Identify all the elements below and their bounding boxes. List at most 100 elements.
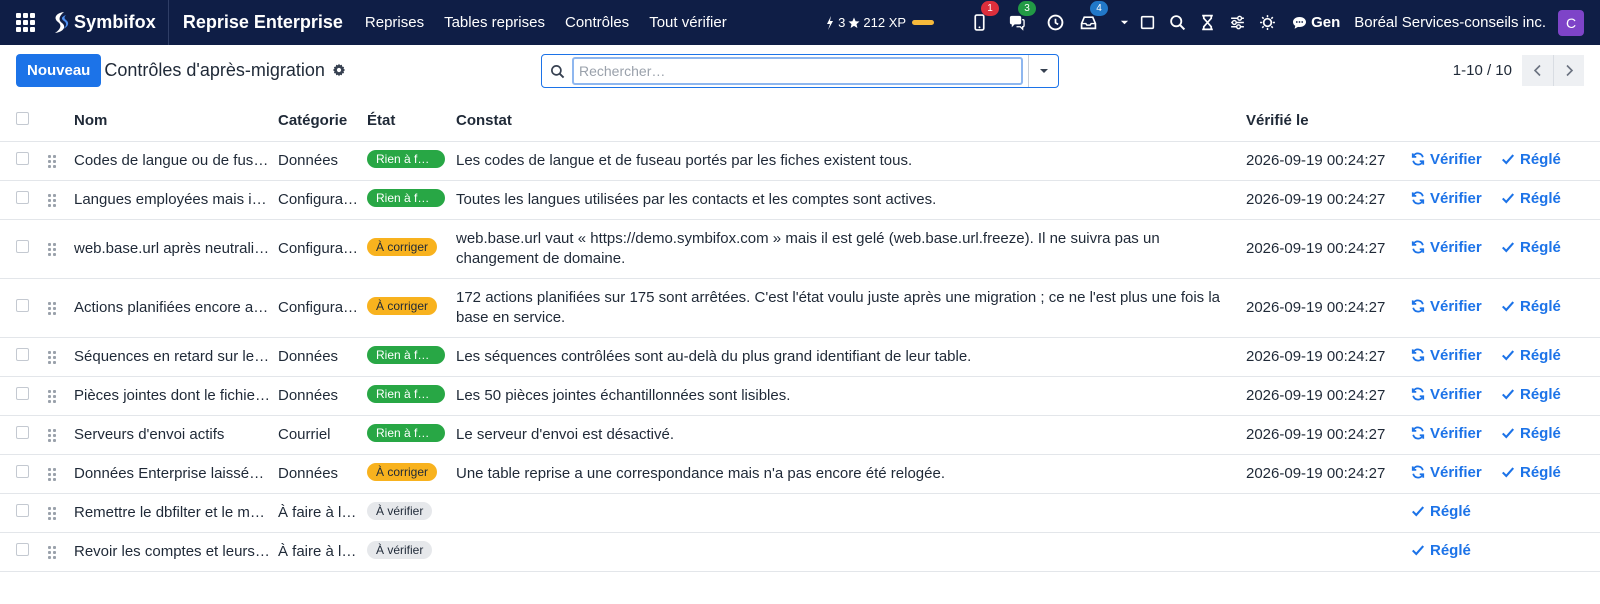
drag-handle-icon[interactable] (48, 154, 56, 168)
cell-category[interactable]: Configuration (278, 219, 367, 279)
pager-previous-button[interactable] (1522, 55, 1553, 86)
clock-icon[interactable] (1043, 11, 1067, 35)
status-badge[interactable]: Rien à faire (367, 384, 445, 403)
resolved-button[interactable]: Réglé (1501, 190, 1561, 207)
status-badge[interactable]: Rien à faire (367, 188, 445, 207)
cell-name[interactable]: Pièces jointes dont le fichier manque (74, 376, 278, 416)
drag-handle-icon[interactable] (48, 242, 56, 256)
row-checkbox[interactable] (16, 348, 29, 361)
drag-handle-icon[interactable] (48, 506, 56, 520)
table-row[interactable]: Langues employées mais inactivesConfigur… (0, 180, 1600, 220)
search-options-toggle[interactable] (1028, 55, 1058, 87)
header-finding[interactable]: Constat (456, 101, 1246, 142)
cell-checked-on[interactable]: 2026-09-19 00:24:27 (1246, 376, 1411, 416)
resolved-button[interactable]: Réglé (1501, 347, 1561, 364)
row-checkbox[interactable] (16, 387, 29, 400)
cell-category[interactable]: Données (278, 454, 367, 494)
status-badge[interactable]: Rien à faire (367, 345, 445, 364)
cell-checked-on[interactable]: 2026-09-19 00:24:27 (1246, 278, 1411, 338)
drag-handle-icon[interactable] (48, 193, 56, 207)
cell-category[interactable]: Données (278, 376, 367, 416)
cell-category[interactable]: À faire à la main (278, 532, 367, 572)
row-checkbox[interactable] (16, 191, 29, 204)
search-input[interactable] (572, 57, 1023, 85)
header-checked-on[interactable]: Vérifié le (1246, 101, 1411, 142)
cell-checked-on[interactable] (1246, 532, 1411, 572)
menu-item-tables-reprises[interactable]: Tables reprises (434, 14, 555, 31)
drag-handle-icon[interactable] (48, 350, 56, 364)
chat-gen-button[interactable]: Gen (1292, 14, 1340, 31)
gamification-status[interactable]: 3 212 XP (825, 15, 935, 30)
resolved-button[interactable]: Réglé (1501, 239, 1561, 256)
square-icon[interactable] (1135, 11, 1159, 35)
row-checkbox[interactable] (16, 426, 29, 439)
table-row[interactable]: Séquences en retard sur leur tableDonnée… (0, 337, 1600, 377)
menu-item-tout-verifier[interactable]: Tout vérifier (639, 14, 737, 31)
cell-name[interactable]: Revoir les comptes et leurs accès (74, 532, 278, 572)
cell-name[interactable]: Serveurs d'envoi actifs (74, 415, 278, 455)
theme-icon[interactable] (1255, 11, 1279, 35)
table-row[interactable]: Codes de langue ou de fuseau Données Rien … (0, 141, 1600, 181)
search-icon[interactable] (1165, 11, 1189, 35)
caret-down-icon[interactable] (1119, 11, 1129, 35)
cell-finding[interactable]: web.base.url vaut « https://demo.symbifo… (456, 219, 1246, 279)
resolved-button[interactable]: Réglé (1411, 503, 1471, 520)
cell-checked-on[interactable]: 2026-09-19 00:24:27 (1246, 180, 1411, 220)
verify-button[interactable]: Vérifier (1411, 239, 1482, 256)
status-badge[interactable]: À vérifier (367, 501, 433, 520)
resolved-button[interactable]: Réglé (1501, 464, 1561, 481)
cell-category[interactable]: À faire à la main (278, 493, 367, 533)
cell-name[interactable]: Remettre le dbfilter et le mot de passe (74, 493, 278, 533)
status-badge[interactable]: Rien à faire (367, 149, 445, 168)
resolved-button[interactable]: Réglé (1501, 386, 1561, 403)
verify-button[interactable]: Vérifier (1411, 190, 1482, 207)
inbox-icon[interactable]: 4 (1076, 0, 1109, 35)
cell-category[interactable]: Données (278, 337, 367, 377)
cell-finding[interactable] (456, 493, 1246, 533)
hourglass-icon[interactable] (1195, 11, 1219, 35)
sliders-icon[interactable] (1225, 11, 1249, 35)
table-row[interactable]: Données Enterprise laissées en placeDonn… (0, 454, 1600, 494)
gear-icon[interactable] (332, 63, 346, 77)
drag-handle-icon[interactable] (48, 545, 56, 559)
cell-checked-on[interactable]: 2026-09-19 00:24:27 (1246, 454, 1411, 494)
verify-button[interactable]: Vérifier (1411, 151, 1482, 168)
cell-category[interactable]: Courriel (278, 415, 367, 455)
row-checkbox[interactable] (16, 504, 29, 517)
status-badge[interactable]: À corriger (367, 296, 438, 315)
verify-button[interactable]: Vérifier (1411, 386, 1482, 403)
table-row[interactable]: Serveurs d'envoi actifs Courriel Rien à fa… (0, 415, 1600, 455)
header-state[interactable]: État (367, 101, 456, 142)
cell-name[interactable]: Actions planifiées encore arrêtées (74, 278, 278, 338)
cell-finding[interactable]: Toutes les langues utilisées par les con… (456, 180, 1246, 220)
new-button[interactable]: Nouveau (16, 53, 102, 87)
company-switcher[interactable]: Boréal Services-conseils inc. (1354, 14, 1546, 31)
status-badge[interactable]: À corriger (367, 237, 438, 256)
pager-value[interactable]: 1-10 / 10 (1453, 62, 1512, 79)
cell-finding[interactable]: Le serveur d'envoi est désactivé. (456, 415, 1246, 455)
row-checkbox[interactable] (16, 543, 29, 556)
cell-name[interactable]: Codes de langue ou de fuseau (74, 141, 278, 181)
drag-handle-icon[interactable] (48, 428, 56, 442)
row-checkbox[interactable] (16, 240, 29, 253)
apps-menu-icon[interactable] (0, 0, 50, 45)
table-row[interactable]: Actions planifiées encore arrêtées Config… (0, 278, 1600, 338)
cell-category[interactable]: Configuration (278, 278, 367, 338)
cell-category[interactable]: Données (278, 141, 367, 181)
row-checkbox[interactable] (16, 299, 29, 312)
verify-button[interactable]: Vérifier (1411, 347, 1482, 364)
cell-checked-on[interactable]: 2026-09-19 00:24:27 (1246, 141, 1411, 181)
verify-button[interactable]: Vérifier (1411, 425, 1482, 442)
resolved-button[interactable]: Réglé (1501, 425, 1561, 442)
cell-finding[interactable]: Les 50 pièces jointes échantillonnées so… (456, 376, 1246, 416)
brand[interactable]: Symbifox (50, 0, 169, 45)
cell-name[interactable]: web.base.url après neutralisation (74, 219, 278, 279)
table-row[interactable]: Remettre le dbfilter et le mot de passeÀ… (0, 493, 1600, 533)
status-badge[interactable]: Rien à faire (367, 423, 445, 442)
cell-category[interactable]: Configuration (278, 180, 367, 220)
header-category[interactable]: Catégorie (278, 101, 367, 142)
verify-button[interactable]: Vérifier (1411, 464, 1482, 481)
status-badge[interactable]: À corriger (367, 462, 438, 481)
cell-checked-on[interactable]: 2026-09-19 00:24:27 (1246, 415, 1411, 455)
table-row[interactable]: Pièces jointes dont le fichier manqueDon… (0, 376, 1600, 416)
